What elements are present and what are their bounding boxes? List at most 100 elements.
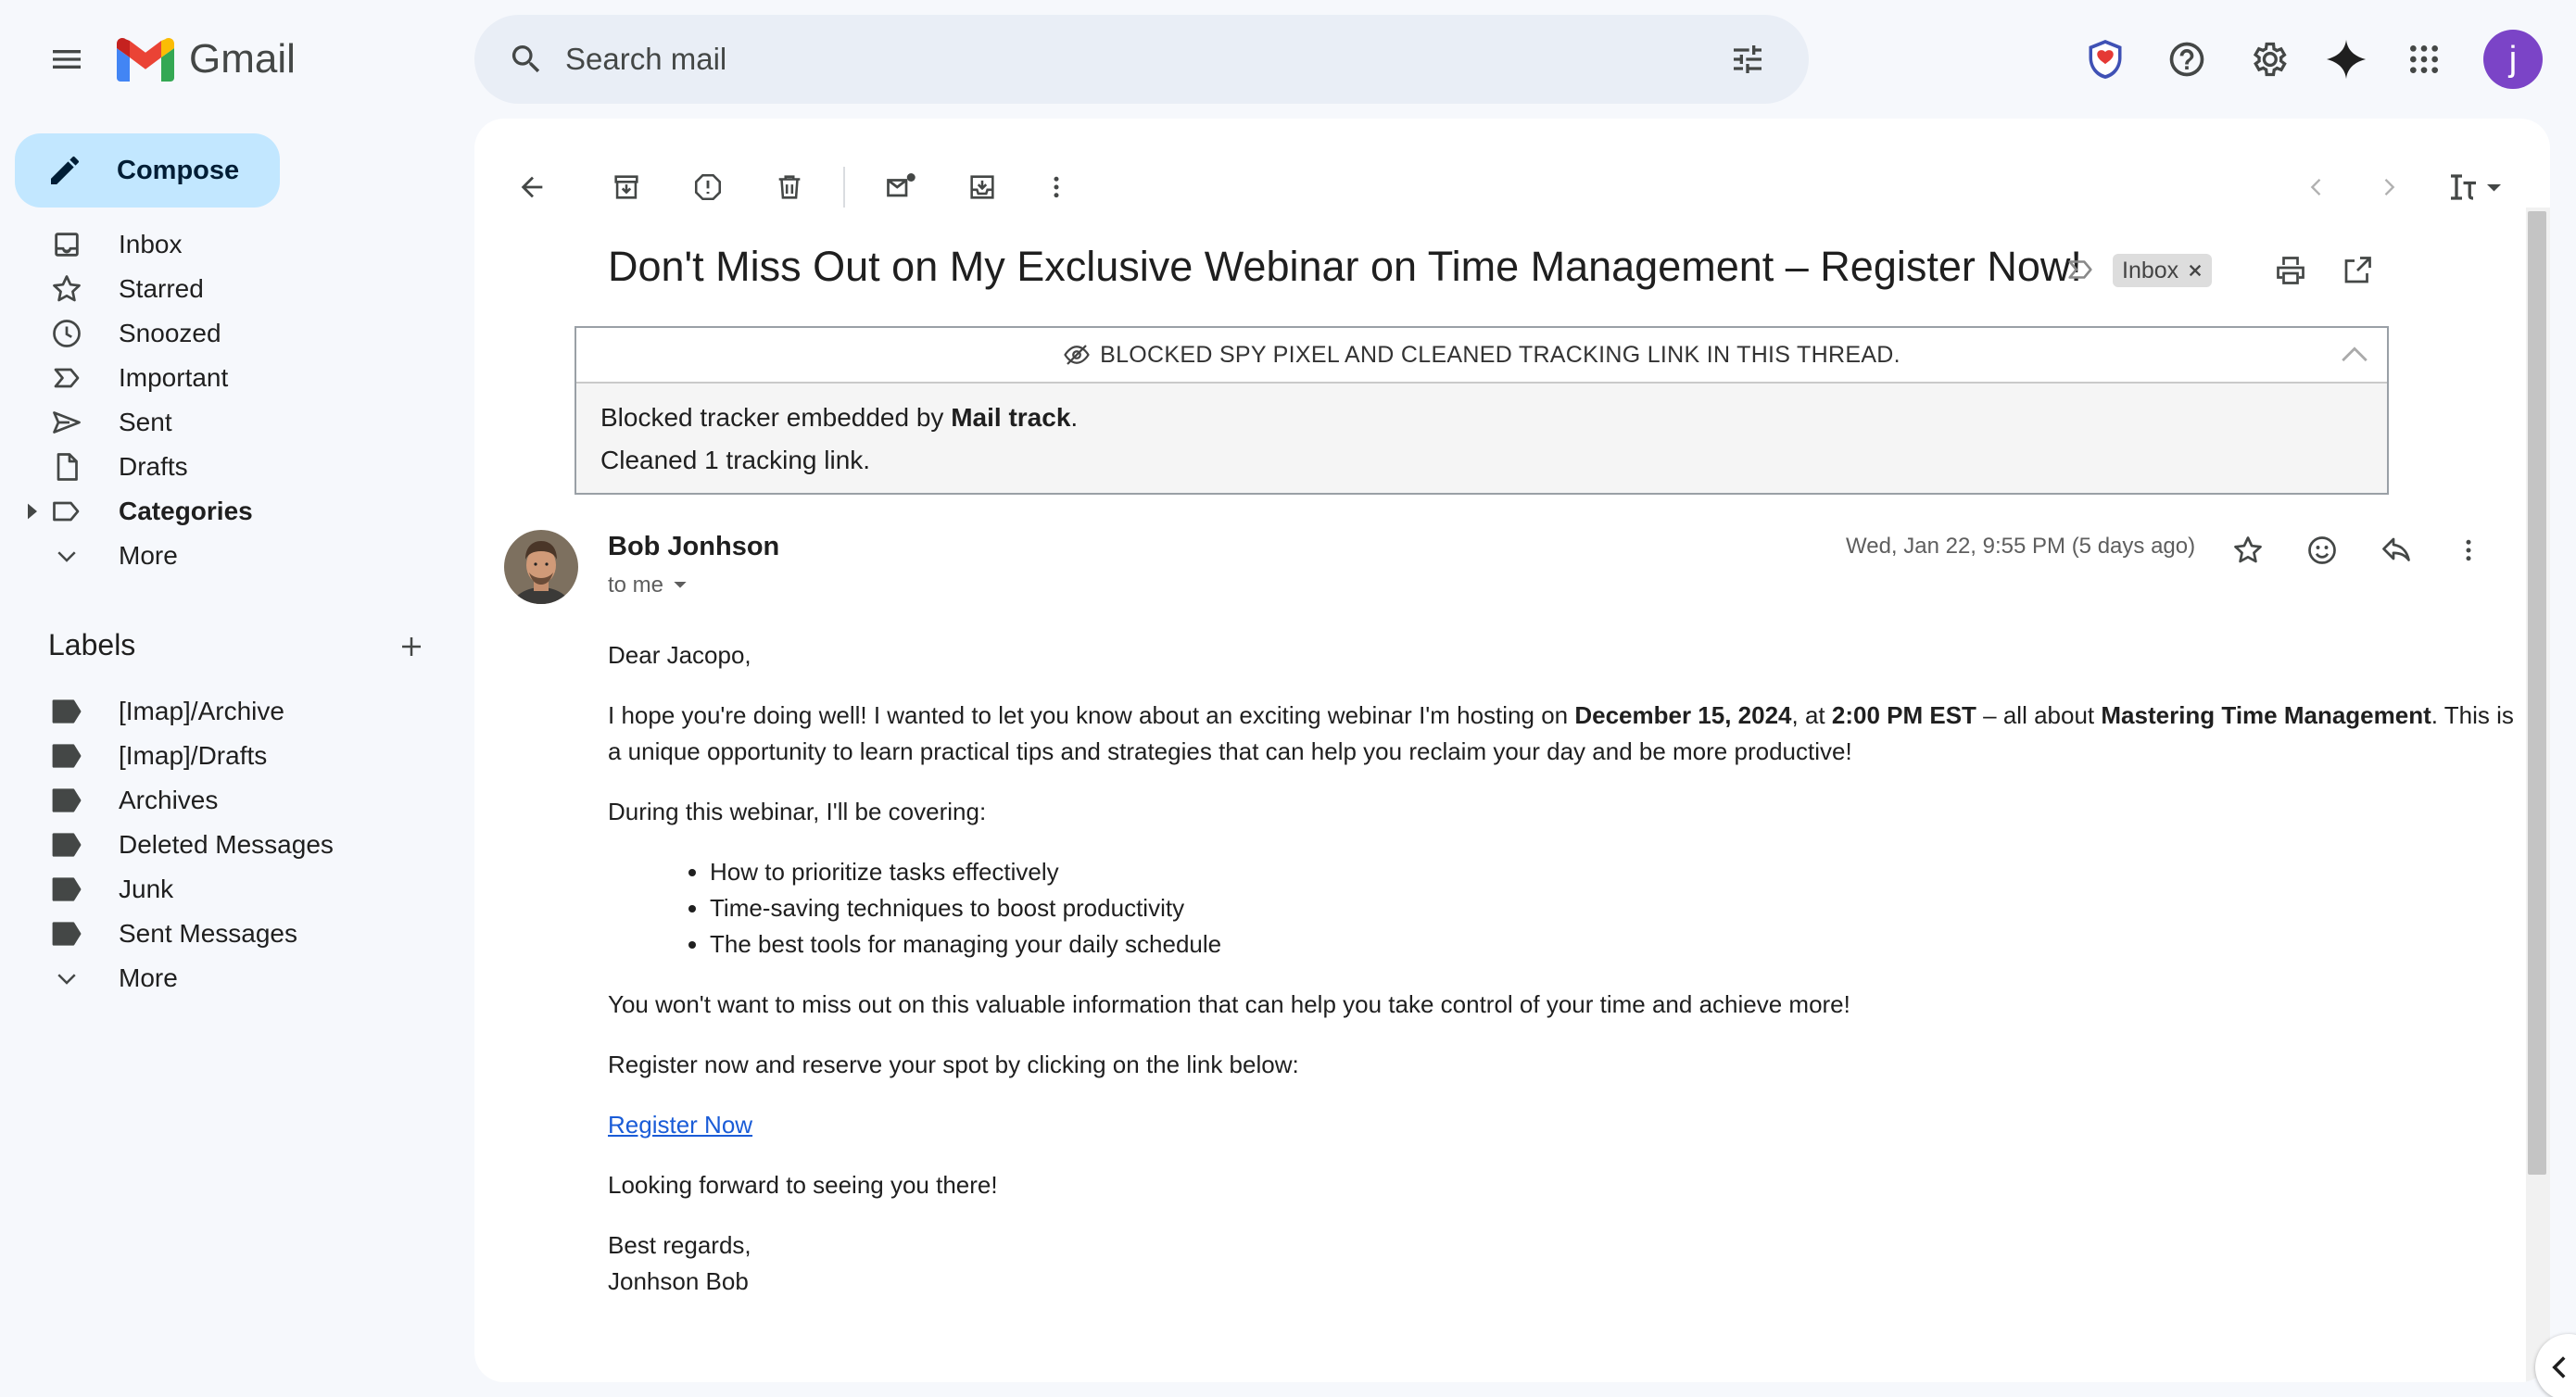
label-item[interactable]: Sent Messages (0, 912, 463, 956)
inbox-icon (48, 226, 85, 263)
label-item[interactable]: Junk (0, 867, 463, 912)
mark-unread-icon[interactable] (875, 161, 927, 213)
settings-gear-icon[interactable] (2241, 31, 2296, 87)
sidebar-item-drafts[interactable]: Drafts (0, 445, 463, 489)
clock-icon (48, 315, 85, 352)
print-icon[interactable] (2268, 248, 2313, 293)
gemini-sparkle-icon[interactable] (2318, 31, 2374, 87)
collapse-chevron-icon[interactable] (2339, 341, 2370, 367)
account-avatar[interactable]: j (2483, 30, 2543, 89)
hamburger-icon (53, 50, 81, 69)
body-paragraph: You won't want to miss out on this valua… (608, 990, 1850, 1018)
star-message-icon[interactable] (2222, 524, 2274, 576)
label-item[interactable]: Deleted Messages (0, 823, 463, 867)
tracker-details: Blocked tracker embedded by Mail track. … (600, 403, 1079, 474)
labels-list: [Imap]/Archive [Imap]/Drafts Archives De… (0, 689, 463, 1001)
report-spam-icon[interactable] (682, 161, 734, 213)
label-item[interactable]: [Imap]/Drafts (0, 734, 463, 778)
chevron-down-icon (48, 960, 85, 997)
register-now-link[interactable]: Register Now (608, 1111, 752, 1139)
emoji-reaction-icon[interactable] (2296, 524, 2348, 576)
older-chevron-icon[interactable] (2363, 161, 2415, 213)
scrollbar-thumb[interactable] (2528, 211, 2546, 1175)
move-to-icon[interactable] (956, 161, 1008, 213)
chevron-left-icon (2552, 1356, 2566, 1378)
search-input[interactable] (565, 42, 1720, 77)
recipient-details-toggle[interactable]: to me (608, 573, 688, 598)
inbox-label-chip: Inbox (2113, 254, 2213, 287)
sidebar-nav: Inbox Starred Snoozed Important Sent Dra… (0, 222, 463, 578)
compose-button[interactable]: Compose (15, 133, 280, 208)
apps-grid-icon[interactable] (2396, 31, 2452, 87)
archive-icon[interactable] (600, 161, 652, 213)
topics-list: How to prioritize tasks effectively Time… (608, 854, 2517, 963)
gmail-logo[interactable]: Gmail (117, 31, 296, 87)
labels-more[interactable]: More (0, 956, 463, 1001)
caret-down-icon (674, 582, 687, 588)
plus-icon (402, 637, 421, 656)
signoff: Best regards, (608, 1231, 751, 1259)
reply-icon[interactable] (2370, 524, 2422, 576)
list-item: The best tools for managing your daily s… (710, 926, 2517, 963)
star-icon (48, 271, 85, 308)
sidebar-item-snoozed[interactable]: Snoozed (0, 311, 463, 356)
add-label-button[interactable] (389, 624, 434, 669)
sidebar-item-more[interactable]: More (0, 534, 463, 578)
labels-heading: Labels (48, 628, 136, 661)
app-name: Gmail (189, 36, 296, 82)
label-tag-icon (48, 915, 85, 952)
label-tag-icon (48, 782, 85, 819)
label-item[interactable]: Archives (0, 778, 463, 823)
list-item: Time-saving techniques to boost producti… (710, 890, 2517, 926)
more-vert-icon[interactable] (1030, 161, 1082, 213)
label-tag-icon (48, 737, 85, 774)
body-paragraph: I hope you're doing well! I wanted to le… (608, 701, 2514, 765)
help-icon[interactable] (2159, 31, 2215, 87)
email-subject: Don't Miss Out on My Exclusive Webinar o… (608, 243, 2082, 290)
message-panel: Don't Miss Out on My Exclusive Webinar o… (474, 119, 2550, 1382)
search-icon[interactable] (499, 31, 554, 87)
eye-slash-icon (1064, 345, 1090, 365)
newer-chevron-icon[interactable] (2291, 161, 2342, 213)
back-arrow-icon[interactable] (506, 161, 558, 213)
sidebar-item-starred[interactable]: Starred (0, 267, 463, 311)
label-tag-icon (48, 693, 85, 730)
email-body: Dear Jacopo, I hope you're doing well! I… (608, 637, 2517, 1300)
signature: Jonhson Bob (608, 1267, 749, 1295)
label-tag-icon (48, 871, 85, 908)
sender-name[interactable]: Bob Jonhson (608, 532, 779, 562)
chevron-down-icon (48, 537, 85, 574)
pencil-icon (51, 157, 79, 184)
search-options-icon[interactable] (1720, 31, 1775, 87)
greeting: Dear Jacopo, (608, 641, 751, 669)
body-paragraph: During this webinar, I'll be covering: (608, 798, 987, 825)
label-icon (48, 493, 85, 530)
open-in-new-window-icon[interactable] (2335, 248, 2380, 293)
main-menu-button[interactable] (41, 33, 93, 85)
label-tag-icon (48, 826, 85, 863)
label-item[interactable]: [Imap]/Archive (0, 689, 463, 734)
tracker-blocked-banner: BLOCKED SPY PIXEL AND CLEANED TRACKING L… (575, 326, 2389, 495)
search-bar[interactable] (474, 15, 1809, 104)
input-tools-icon[interactable] (2439, 161, 2513, 213)
important-icon (48, 359, 85, 396)
body-paragraph: Register now and reserve your spot by cl… (608, 1051, 1299, 1078)
send-icon (48, 404, 85, 441)
tracker-banner-header[interactable]: BLOCKED SPY PIXEL AND CLEANED TRACKING L… (576, 328, 2387, 384)
delete-icon[interactable] (764, 161, 815, 213)
list-item: How to prioritize tasks effectively (710, 854, 2517, 890)
sidebar-item-sent[interactable]: Sent (0, 400, 463, 445)
sidebar-item-inbox[interactable]: Inbox (0, 222, 463, 267)
message-more-icon[interactable] (2443, 524, 2494, 576)
shield-extension-icon[interactable] (2077, 31, 2133, 87)
sender-avatar[interactable] (504, 530, 578, 604)
gmail-m-icon (117, 37, 174, 82)
importance-marker-icon[interactable] (2065, 254, 2096, 285)
body-paragraph: Looking forward to seeing you there! (608, 1171, 998, 1199)
sidebar-item-important[interactable]: Important (0, 356, 463, 400)
remove-label-icon[interactable] (2188, 263, 2203, 278)
message-date: Wed, Jan 22, 9:55 PM (5 days ago) (1846, 534, 2196, 559)
expand-arrow-icon[interactable] (26, 502, 39, 521)
draft-icon (48, 448, 85, 485)
sidebar-item-categories[interactable]: Categories (0, 489, 463, 534)
